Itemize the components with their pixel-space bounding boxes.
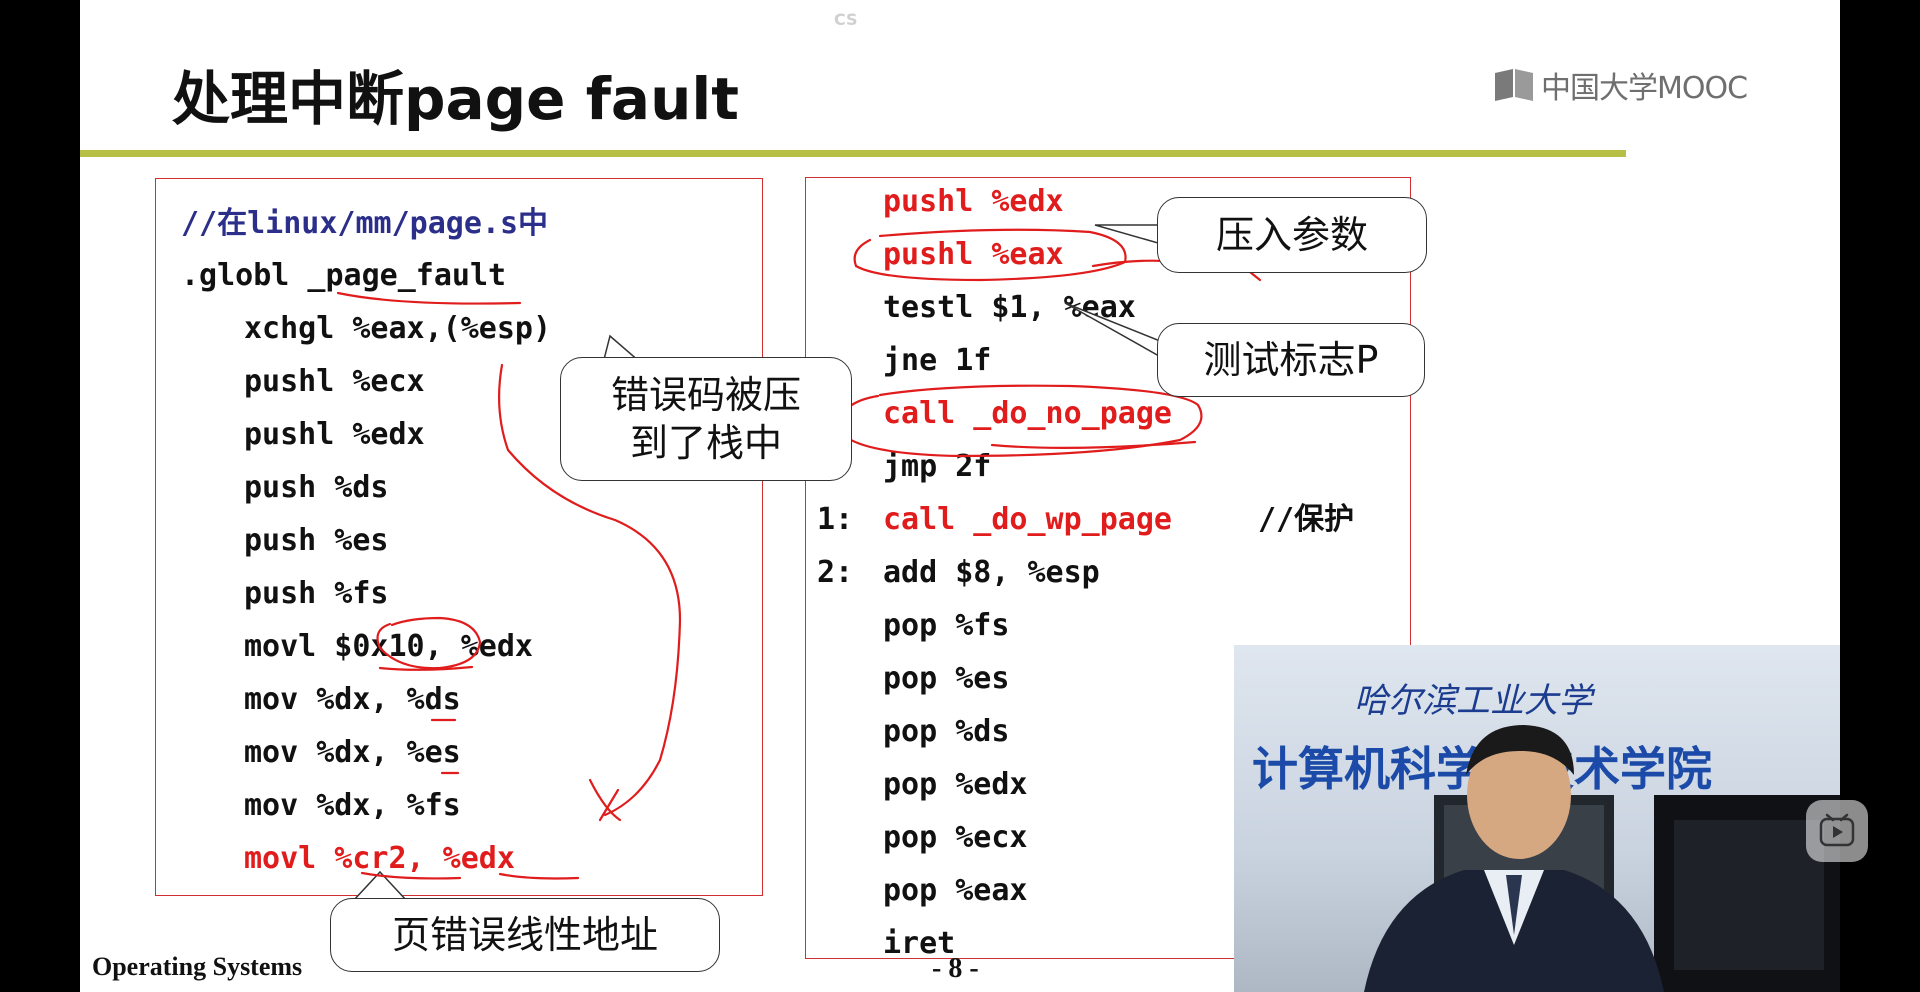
code-line: pushl %edx <box>244 417 425 452</box>
code-line: testl $1, %eax <box>883 290 1136 325</box>
code-line: pop %edx <box>883 767 1028 802</box>
watermark: CS <box>834 10 858 29</box>
code-comment: //在linux/mm/page.s中 <box>181 206 549 241</box>
callout-text: 测试标志P <box>1203 338 1379 382</box>
mooc-logo: 中国大学MOOC <box>1493 63 1748 107</box>
code-line: pushl %ecx <box>244 364 425 399</box>
code-line: push %fs <box>244 576 389 611</box>
footer-course-name: Operating Systems <box>92 952 303 981</box>
code-line: jne 1f <box>883 343 992 378</box>
logo-text: 中国大学MOOC <box>1541 71 1748 106</box>
callout-text: 页错误线性地址 <box>391 913 658 957</box>
callout-text: 压入参数 <box>1215 213 1368 257</box>
book-icon <box>1495 69 1533 101</box>
code-line: push %es <box>244 523 389 558</box>
code-line: mov %dx, %ds <box>244 682 461 717</box>
code-line: pop %eax <box>883 873 1028 908</box>
code-line-highlight: movl %cr2, %edx <box>244 841 515 876</box>
presenter-video[interactable]: 哈尔滨工业大学 计算机科学与技术学院 <box>1234 645 1840 992</box>
callout-error-code: 错误码被压 到了栈中 <box>560 357 852 481</box>
page-number: - 8 - <box>932 953 979 984</box>
code-line: .globl _page_fault <box>181 258 507 293</box>
code-line: pop %ds <box>883 714 1010 749</box>
code-line: jmp 2f <box>883 449 992 484</box>
code-line: pop %ecx <box>883 820 1028 855</box>
code-line: movl $0x10, %edx <box>244 629 533 664</box>
callout-text: 错误码被压 到了栈中 <box>610 373 801 465</box>
code-line-highlight: call _do_no_page <box>883 396 1172 431</box>
code-line-highlight: call _do_wp_page <box>883 502 1172 537</box>
callout-test-flag: 测试标志P <box>1157 323 1425 397</box>
code-line: mov %dx, %fs <box>244 788 461 823</box>
code-line: xchgl %eax,(%esp) <box>244 311 552 346</box>
code-line-highlight: pushl %eax <box>883 237 1064 272</box>
code-line: pop %fs <box>883 608 1010 643</box>
callout-push-args: 压入参数 <box>1157 197 1427 273</box>
play-button[interactable] <box>1806 800 1868 862</box>
play-icon <box>1819 813 1855 847</box>
code-line-highlight: pushl %edx <box>883 184 1064 219</box>
code-line-label: 2: <box>817 555 854 590</box>
callout-fault-address: 页错误线性地址 <box>330 898 720 972</box>
slide-title: 处理中断page fault <box>172 65 739 133</box>
code-line: add $8, %esp <box>883 555 1100 590</box>
title-divider <box>80 150 1626 157</box>
code-line: pop %es <box>883 661 1010 696</box>
code-comment: //保护 <box>1258 502 1355 537</box>
presenter-image <box>1364 725 1840 992</box>
code-line: mov %dx, %es <box>244 735 461 770</box>
code-line: push %ds <box>244 470 389 505</box>
code-line-label: 1: <box>817 502 854 537</box>
